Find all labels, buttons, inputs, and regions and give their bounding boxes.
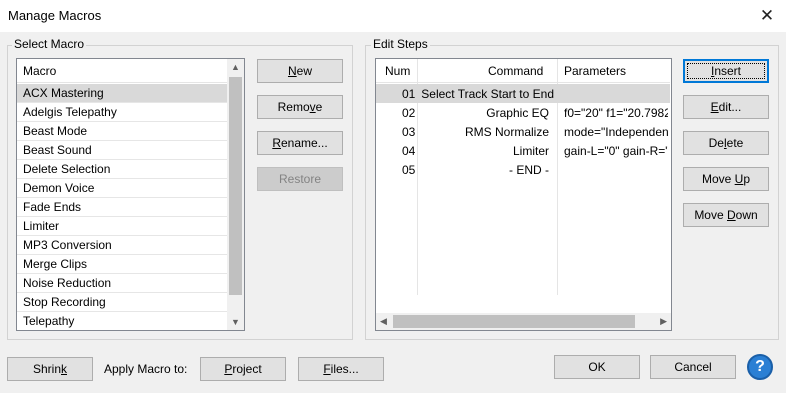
- list-item[interactable]: ACX Mastering: [17, 84, 227, 103]
- step-num-cell: 03: [402, 125, 416, 139]
- title-bar: Manage Macros ✕: [0, 0, 786, 32]
- list-item-label: Adelgis Telepathy: [23, 105, 117, 119]
- num-column-header[interactable]: Num: [385, 64, 410, 78]
- chevron-down-icon[interactable]: ▼: [231, 317, 240, 327]
- macro-list-scrollbar[interactable]: ▲ ▼: [227, 59, 244, 330]
- steps-table-header: Num Command Parameters: [376, 59, 670, 83]
- scrollbar-thumb[interactable]: [229, 77, 242, 295]
- close-icon[interactable]: ✕: [754, 4, 780, 28]
- list-item-label: Telepathy: [23, 314, 75, 328]
- list-item[interactable]: Noise Reduction: [17, 274, 227, 293]
- apply-files-button[interactable]: Files...: [298, 357, 384, 381]
- steps-horizontal-scrollbar[interactable]: ◀ ▶: [376, 313, 671, 330]
- list-item-label: Delete Selection: [23, 162, 111, 176]
- move-up-button[interactable]: Move Up: [683, 167, 769, 191]
- rename-macro-button[interactable]: Rename...: [257, 131, 343, 155]
- step-num-cell: 05: [402, 163, 416, 177]
- step-params-cell: gain-L="0" gain-R="0": [564, 144, 668, 158]
- list-item[interactable]: Telepathy: [17, 312, 227, 330]
- list-item-label: ACX Mastering: [23, 86, 104, 100]
- list-item[interactable]: Adelgis Telepathy: [17, 103, 227, 122]
- restore-macro-button[interactable]: Restore: [257, 167, 343, 191]
- apply-project-button[interactable]: Project: [200, 357, 286, 381]
- list-item-label: Stop Recording: [23, 295, 106, 309]
- list-item[interactable]: Demon Voice: [17, 179, 227, 198]
- step-command-cell: Graphic EQ: [486, 106, 549, 120]
- chevron-right-icon[interactable]: ▶: [660, 316, 667, 327]
- table-row[interactable]: 05 - END -: [376, 160, 670, 179]
- steps-table[interactable]: Num Command Parameters 01 Select Track St…: [375, 58, 672, 331]
- edit-step-button[interactable]: Edit...: [683, 95, 769, 119]
- scrollbar-thumb[interactable]: [393, 315, 635, 328]
- move-down-button[interactable]: Move Down: [683, 203, 769, 227]
- insert-step-button[interactable]: Insert: [683, 59, 769, 83]
- list-item-label: Limiter: [23, 219, 60, 233]
- apply-macro-label: Apply Macro to:: [104, 362, 188, 376]
- window-title: Manage Macros: [8, 8, 102, 23]
- step-params-cell: f0="20" f1="20.79823": [564, 106, 668, 120]
- step-params-cell: mode="Independently": [564, 125, 668, 139]
- help-icon[interactable]: ?: [747, 354, 773, 380]
- list-item-label: Beast Mode: [23, 124, 88, 138]
- edit-steps-label: Edit Steps: [371, 37, 430, 51]
- list-item-label: Beast Sound: [23, 143, 92, 157]
- select-macro-label: Select Macro: [12, 37, 87, 51]
- chevron-up-icon[interactable]: ▲: [231, 62, 240, 72]
- macro-list-header[interactable]: Macro: [17, 59, 227, 83]
- step-command-cell: Limiter: [512, 144, 549, 158]
- step-num-cell: 04: [402, 144, 416, 158]
- list-item[interactable]: Delete Selection: [17, 160, 227, 179]
- list-item-label: Noise Reduction: [23, 276, 112, 290]
- list-item-label: Merge Clips: [23, 257, 88, 271]
- chevron-left-icon[interactable]: ◀: [380, 316, 387, 327]
- list-item-label: MP3 Conversion: [23, 238, 112, 252]
- shrink-button[interactable]: Shrink: [7, 357, 93, 381]
- step-command-cell: - END -: [509, 163, 549, 177]
- list-item[interactable]: Limiter: [17, 217, 227, 236]
- list-item[interactable]: Beast Sound: [17, 141, 227, 160]
- list-item[interactable]: Beast Mode: [17, 122, 227, 141]
- list-item[interactable]: Stop Recording: [17, 293, 227, 312]
- table-row[interactable]: 01 Select Track Start to End: [376, 84, 670, 103]
- list-item-label: Demon Voice: [23, 181, 95, 195]
- cancel-button[interactable]: Cancel: [650, 355, 736, 379]
- table-row[interactable]: 04 Limiter gain-L="0" gain-R="0": [376, 141, 670, 160]
- macro-list[interactable]: Macro ACX Mastering Adelgis Telepathy Beas…: [16, 58, 245, 331]
- list-item[interactable]: MP3 Conversion: [17, 236, 227, 255]
- step-command-cell: RMS Normalize: [464, 125, 549, 139]
- list-item[interactable]: Merge Clips: [17, 255, 227, 274]
- new-macro-button[interactable]: New: [257, 59, 343, 83]
- step-num-cell: 01: [402, 87, 416, 101]
- ok-button[interactable]: OK: [554, 355, 640, 379]
- parameters-column-header[interactable]: Parameters: [564, 64, 626, 78]
- step-command-cell: Select Track Start to End: [421, 87, 554, 101]
- command-column-header[interactable]: Command: [488, 64, 543, 78]
- table-row[interactable]: 02 Graphic EQ f0="20" f1="20.79823": [376, 103, 670, 122]
- step-num-cell: 02: [402, 106, 416, 120]
- table-row[interactable]: 03 RMS Normalize mode="Independently": [376, 122, 670, 141]
- delete-step-button[interactable]: Delete: [683, 131, 769, 155]
- list-item[interactable]: Fade Ends: [17, 198, 227, 217]
- focus-ring: [687, 63, 765, 79]
- remove-macro-button[interactable]: Remove: [257, 95, 343, 119]
- macro-column-header: Macro: [23, 64, 57, 78]
- list-item-label: Fade Ends: [23, 200, 82, 214]
